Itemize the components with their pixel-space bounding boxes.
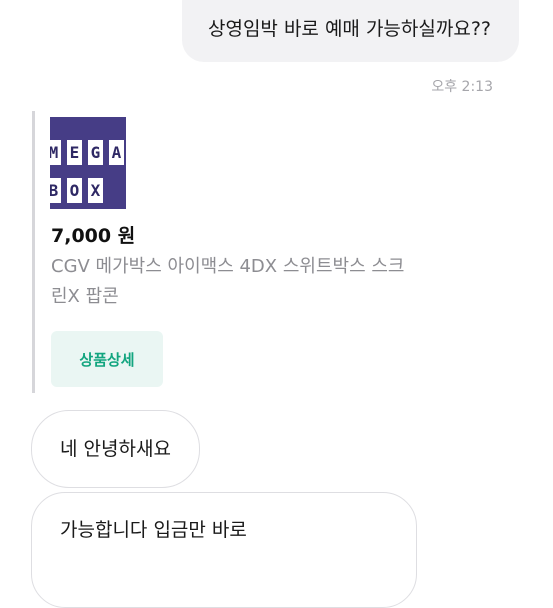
product-card[interactable]: M E G A B O X 7,000 원 CGV 메가박스 아이맥스 4DX …: [32, 111, 415, 393]
logo-letter: G: [88, 140, 103, 165]
outgoing-message-bubble: 상영임박 바로 예매 가능하실까요??: [181, 0, 519, 62]
logo-letter: X: [88, 178, 103, 203]
logo-letter: B: [50, 178, 61, 203]
product-price: 7,000 원: [51, 225, 136, 247]
incoming-message-text: 네 안녕하새요: [60, 438, 171, 460]
product-name: CGV 메가박스 아이맥스 4DX 스위트박스 스크린X 팝콘: [51, 256, 405, 307]
logo-letter: E: [67, 140, 82, 165]
incoming-message-bubble: 가능합니다 입금만 바로: [31, 492, 417, 608]
message-timestamp: 오후 2:13: [431, 79, 493, 95]
megabox-logo: M E G A B O X: [50, 117, 126, 209]
logo-letter: A: [109, 140, 124, 165]
incoming-message-text: 가능합니다 입금만 바로: [60, 519, 247, 541]
incoming-message-bubble: 네 안녕하새요: [31, 410, 200, 488]
logo-letter: O: [67, 178, 82, 203]
outgoing-message-text: 상영임박 바로 예매 가능하실까요??: [207, 18, 491, 40]
product-detail-button[interactable]: 상품상세: [51, 331, 163, 387]
logo-letter: M: [50, 140, 61, 165]
